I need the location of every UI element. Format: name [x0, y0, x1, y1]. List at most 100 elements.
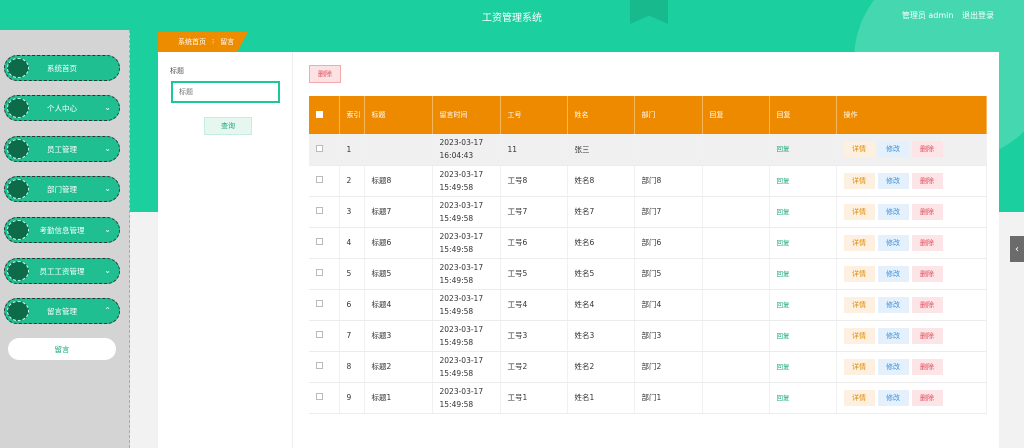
- row-select[interactable]: [309, 351, 340, 383]
- delete-button[interactable]: 删除: [911, 327, 943, 344]
- row-checkbox[interactable]: [316, 269, 323, 276]
- row-select[interactable]: [309, 134, 340, 166]
- cell-reply-action: 回复: [769, 382, 837, 414]
- title-search-input[interactable]: [171, 81, 280, 103]
- delete-button[interactable]: 删除: [911, 296, 943, 313]
- sidebar-item[interactable]: 留言管理 ⌃: [4, 298, 120, 324]
- detail-button[interactable]: 详情: [843, 327, 875, 344]
- row-select[interactable]: [309, 196, 340, 228]
- cell-emp-no: 工号1: [500, 382, 568, 414]
- cell-dept: 部门5: [634, 258, 703, 290]
- sidebar-item[interactable]: 部门管理 ⌄: [4, 176, 120, 202]
- cell-dept: 部门4: [634, 289, 703, 321]
- breadcrumb-current: 留言: [220, 38, 235, 46]
- cell-name: 姓名5: [567, 258, 635, 290]
- row-select[interactable]: [309, 320, 340, 352]
- row-checkbox[interactable]: [316, 144, 323, 152]
- query-button[interactable]: 查询: [204, 117, 252, 135]
- edit-button[interactable]: 修改: [877, 141, 909, 158]
- cell-time: 2023-03-17 15:49:58: [432, 289, 501, 321]
- detail-button[interactable]: 详情: [843, 265, 875, 282]
- edit-button[interactable]: 修改: [877, 327, 909, 344]
- delete-button[interactable]: 删除: [911, 234, 943, 251]
- edit-button[interactable]: 修改: [877, 203, 909, 220]
- delete-button[interactable]: 删除: [911, 172, 943, 189]
- reply-link[interactable]: 回复: [777, 145, 790, 153]
- reply-link[interactable]: 回复: [777, 177, 790, 185]
- chevron-down-icon: ⌄: [104, 103, 111, 112]
- row-checkbox[interactable]: [316, 238, 323, 245]
- breadcrumb-home[interactable]: 系统首页: [178, 37, 206, 47]
- reply-link[interactable]: 回复: [777, 208, 790, 216]
- row-checkbox[interactable]: [316, 331, 323, 338]
- row-checkbox[interactable]: [316, 393, 323, 400]
- cell-time: 2023-03-17 15:49:58: [432, 227, 501, 259]
- cell-name: 姓名8: [567, 165, 635, 197]
- edit-button[interactable]: 修改: [877, 234, 909, 251]
- delete-button[interactable]: 删除: [911, 203, 943, 220]
- edit-button[interactable]: 修改: [877, 172, 909, 189]
- delete-button[interactable]: 删除: [911, 265, 943, 282]
- cell-emp-no: 工号4: [500, 289, 568, 321]
- reply-link[interactable]: 回复: [777, 394, 790, 402]
- header-select-all[interactable]: [309, 96, 340, 134]
- row-select[interactable]: [309, 227, 340, 259]
- sidebar-item[interactable]: 考勤信息管理 ⌄: [4, 217, 120, 243]
- sidebar-item[interactable]: 员工工资管理 ⌄: [4, 258, 120, 284]
- detail-button[interactable]: 详情: [843, 389, 875, 406]
- sidebar-item[interactable]: 个人中心 ⌄: [4, 95, 120, 121]
- sidebar-subitem-message[interactable]: 留言: [8, 338, 116, 360]
- menu-bullet-icon: [7, 178, 29, 199]
- sidebar-item[interactable]: 员工管理 ⌄: [4, 136, 120, 162]
- row-checkbox[interactable]: [316, 362, 323, 369]
- select-all-checkbox[interactable]: [316, 110, 323, 118]
- chevron-left-icon[interactable]: ‹: [1010, 236, 1024, 262]
- table-row: 2 标题8 2023-03-17 15:49:58 工号8 姓名8 部门8 回复 详情 修改 删除: [309, 165, 987, 197]
- row-select[interactable]: [309, 382, 340, 414]
- detail-button[interactable]: 详情: [843, 358, 875, 375]
- detail-button[interactable]: 详情: [843, 141, 875, 158]
- cell-time: 2023-03-17 15:49:58: [432, 320, 501, 352]
- menu-bullet-icon: [7, 97, 29, 118]
- reply-link[interactable]: 回复: [777, 270, 790, 278]
- cell-name: 姓名1: [567, 382, 635, 414]
- row-select[interactable]: [309, 289, 340, 321]
- row-checkbox[interactable]: [316, 300, 323, 307]
- table-header-row: 索引 标题 留言时间 工号 姓名 部门 回复 回复 操作: [309, 96, 987, 134]
- user-label: 管理员 admin: [901, 11, 954, 20]
- row-checkbox[interactable]: [316, 207, 323, 214]
- search-panel: 标题 查询: [158, 52, 293, 448]
- row-select[interactable]: [309, 165, 340, 197]
- sidebar-item[interactable]: 系统首页: [4, 55, 120, 81]
- detail-button[interactable]: 详情: [843, 203, 875, 220]
- reply-link[interactable]: 回复: [777, 332, 790, 340]
- bulk-delete-button[interactable]: 删除: [309, 65, 341, 83]
- cell-index: 7: [339, 320, 365, 352]
- logout-link[interactable]: 退出登录: [962, 11, 994, 20]
- delete-button[interactable]: 删除: [911, 141, 943, 158]
- reply-link[interactable]: 回复: [777, 363, 790, 371]
- reply-link[interactable]: 回复: [777, 301, 790, 309]
- delete-button[interactable]: 删除: [911, 358, 943, 375]
- edit-button[interactable]: 修改: [877, 389, 909, 406]
- header-reply: 回复: [702, 96, 770, 134]
- row-select[interactable]: [309, 258, 340, 290]
- chevron-down-icon: ⌄: [104, 225, 111, 234]
- edit-button[interactable]: 修改: [877, 358, 909, 375]
- row-checkbox[interactable]: [316, 176, 323, 183]
- cell-actions: 详情 修改 删除: [836, 382, 987, 414]
- reply-link[interactable]: 回复: [777, 239, 790, 247]
- detail-button[interactable]: 详情: [843, 296, 875, 313]
- detail-button[interactable]: 详情: [843, 234, 875, 251]
- cell-reply-action: 回复: [769, 320, 837, 352]
- sidebar-item-label: 考勤信息管理: [39, 225, 85, 235]
- edit-button[interactable]: 修改: [877, 265, 909, 282]
- cell-index: 3: [339, 196, 365, 228]
- cell-emp-no: 工号2: [500, 351, 568, 383]
- cell-reply-action: 回复: [769, 289, 837, 321]
- detail-button[interactable]: 详情: [843, 172, 875, 189]
- delete-button[interactable]: 删除: [911, 389, 943, 406]
- cell-title: 标题2: [364, 351, 433, 383]
- edit-button[interactable]: 修改: [877, 296, 909, 313]
- cell-actions: 详情 修改 删除: [836, 196, 987, 228]
